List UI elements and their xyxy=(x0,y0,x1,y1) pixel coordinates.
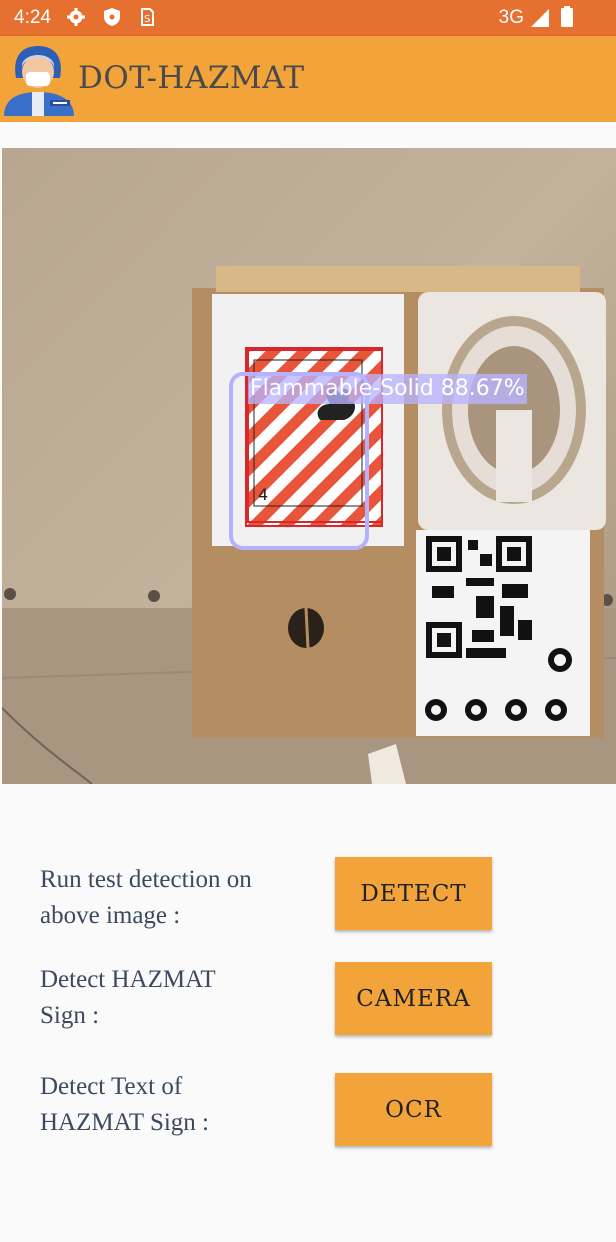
battery-icon xyxy=(561,6,573,27)
detect-row-label: Run test detection on above image : xyxy=(40,862,252,934)
shield-icon xyxy=(104,8,120,26)
hazmat-worker-avatar-icon xyxy=(4,46,74,116)
signal-icon xyxy=(531,9,549,27)
camera-label-line1: Detect HAZMAT xyxy=(40,966,216,993)
detect-label-line2: above image : xyxy=(40,902,181,929)
app-bar: DOT-HAZMAT xyxy=(0,36,616,122)
test-photo: 4 xyxy=(2,148,616,784)
ocr-label-line2: HAZMAT Sign : xyxy=(40,1109,210,1136)
camera-label-line2: Sign : xyxy=(40,1002,100,1029)
test-image: 4 Flammable-Solid 88.67% xyxy=(2,148,616,784)
detect-button[interactable]: DETECT xyxy=(335,857,492,930)
divider xyxy=(0,122,616,148)
camera-row-label: Detect HAZMAT Sign : xyxy=(40,962,216,1034)
ocr-label-line1: Detect Text of xyxy=(40,1073,183,1100)
status-time: 4:24 xyxy=(14,7,51,28)
settings-icon xyxy=(67,8,85,26)
ocr-button[interactable]: OCR xyxy=(335,1073,492,1146)
sim-icon: S xyxy=(141,8,154,26)
controls-panel: Run test detection on above image : DETE… xyxy=(0,784,616,1242)
svg-text:4: 4 xyxy=(258,485,268,504)
detection-label: Flammable-Solid 88.67% xyxy=(248,374,527,404)
ocr-row-label: Detect Text of HAZMAT Sign : xyxy=(40,1069,209,1141)
status-bar: 4:24 S 3G xyxy=(0,0,616,36)
app-title: DOT-HAZMAT xyxy=(78,60,305,96)
detect-label-line1: Run test detection on xyxy=(40,866,252,893)
camera-button[interactable]: CAMERA xyxy=(335,962,492,1035)
network-type: 3G xyxy=(498,7,524,28)
svg-text:S: S xyxy=(144,14,150,25)
